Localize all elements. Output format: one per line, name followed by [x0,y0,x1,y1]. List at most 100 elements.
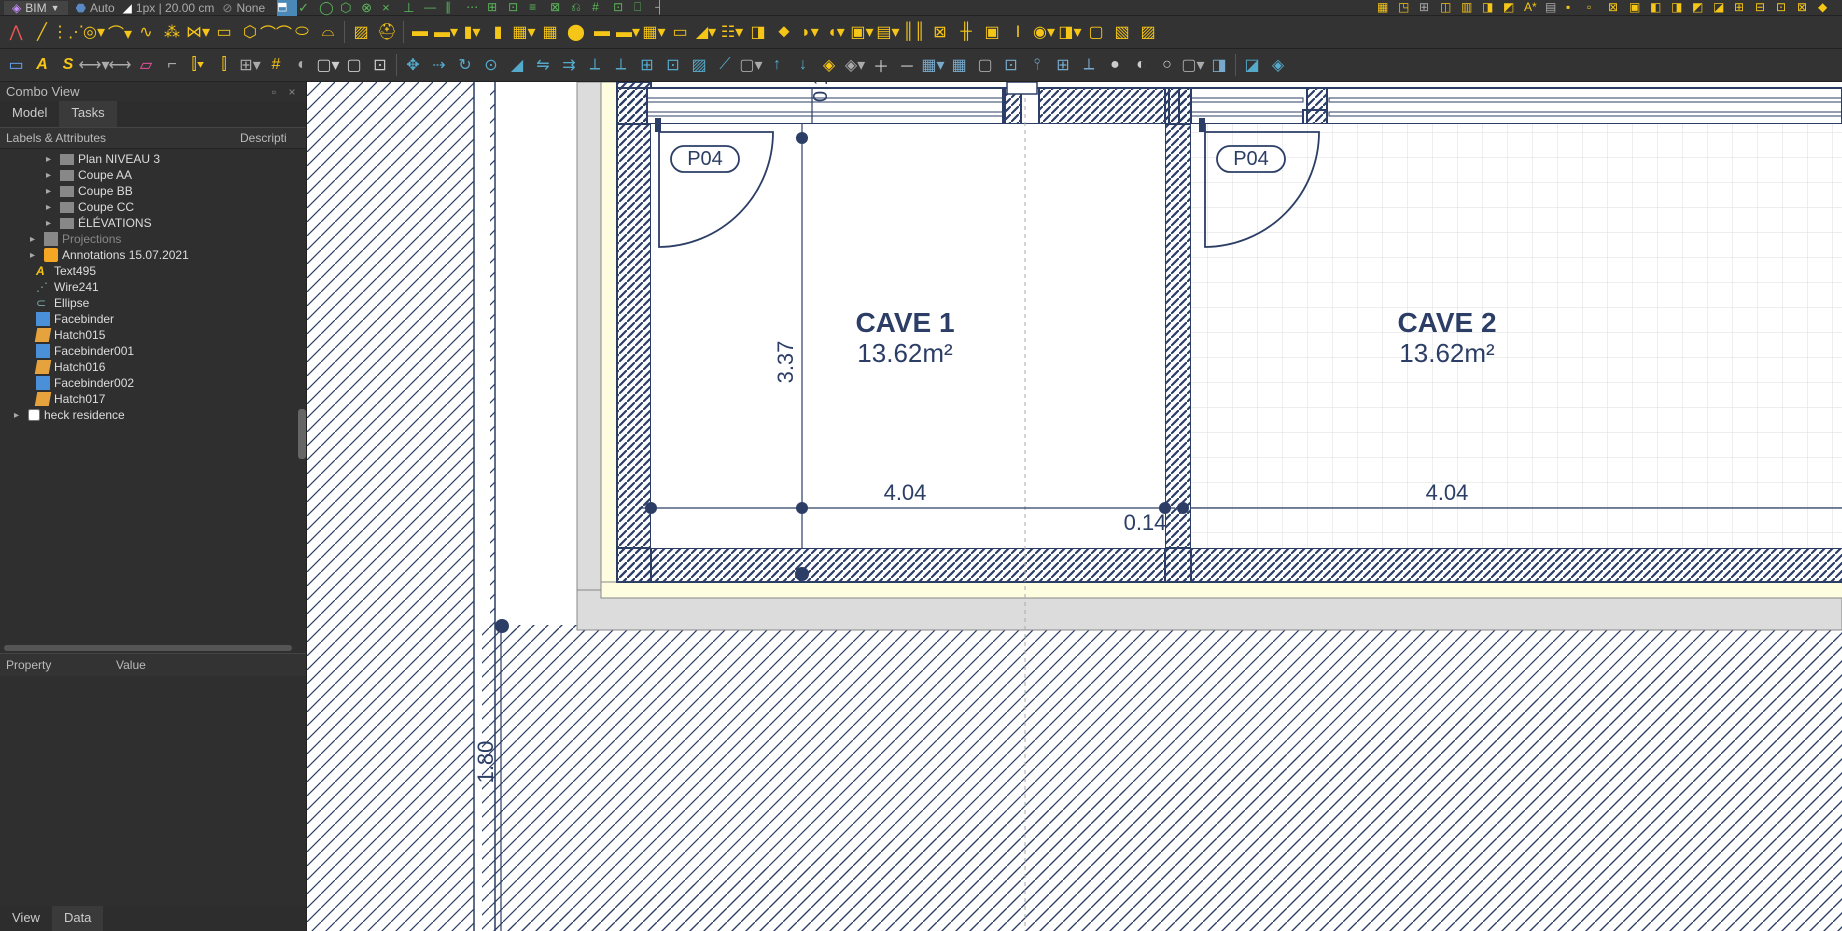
tab-tasks[interactable]: Tasks [59,101,116,127]
tree-item[interactable]: Hatch017 [0,391,306,407]
tool-truss-icon[interactable]: ⊠ [928,20,952,44]
float-icon[interactable]: ▫ [266,85,282,99]
tool-arc-icon[interactable]: ⌒▾ [108,20,132,44]
tool-page2-icon[interactable]: ▢ [342,53,366,77]
tool-rebar2-icon[interactable]: ◨▾ [1058,20,1082,44]
tool-edit2-icon[interactable]: ▢▾ [739,53,763,77]
tool-floor2-icon[interactable]: ◨ [746,20,770,44]
tool-cylinder-icon[interactable]: ⬤ [564,20,588,44]
tool-panel2-icon[interactable]: ▧ [1110,20,1134,44]
topright-icon-10[interactable]: ▪ [1566,0,1586,16]
tool-down-icon[interactable]: ↓ [791,53,815,77]
tool-cube2-icon[interactable]: ◈▾ [843,53,867,77]
tool-roof-icon[interactable]: ◢▾ [694,20,718,44]
tool-rect-icon[interactable]: ▭ [212,20,236,44]
tool-wall2-icon[interactable]: ▬▾ [434,20,458,44]
tool-image-icon[interactable]: ▭ [4,53,28,77]
tree-item[interactable]: Facebinder001 [0,343,306,359]
tool-stairs-icon[interactable]: ▤▾ [876,20,900,44]
tool-sel3-icon[interactable]: ⫯ [1025,53,1049,77]
tool-scale-icon[interactable]: ◢ [505,53,529,77]
tool-wire-icon[interactable]: ⋀ [4,20,28,44]
topright-icon-2[interactable]: ◳ [1398,0,1418,16]
snap-icon-1[interactable]: ⬒ [277,0,297,16]
tree-scrollbar[interactable] [298,409,306,459]
tool-dim2-icon[interactable]: ⟷ [108,53,132,77]
tree-item[interactable]: AText495 [0,263,306,279]
snap-icon-13[interactable]: ≡ [529,0,549,16]
snap-icon-5[interactable]: ⊗ [361,0,381,16]
tree-item[interactable]: ⋰Wire241 [0,279,306,295]
tool-offset-icon[interactable]: ⇉ [557,53,581,77]
tool-line-icon[interactable]: ╱ [30,20,54,44]
workbench-selector[interactable]: ◈BIM▼ [4,1,68,15]
topright-icon-21[interactable]: ⊠ [1797,0,1817,16]
tool-tag-icon[interactable]: ◪ [1240,53,1264,77]
tool-move2-icon[interactable]: ⇢ [427,53,451,77]
tool-helmet-icon[interactable]: ⛑ [375,20,399,44]
tool-draft2-icon[interactable]: ◨ [1207,53,1231,77]
tool-column-icon[interactable]: ▮▾ [460,20,484,44]
linewidth-setting[interactable]: ◢1px | 20.00 cm [123,1,215,15]
snap-icon-16[interactable]: # [592,0,612,16]
constraint-setting[interactable]: ⊘None [222,1,265,15]
tool-arrby-icon[interactable]: ▦▾ [921,53,945,77]
tool-label-icon[interactable]: ▱ [134,53,158,77]
tool-extend-icon[interactable]: ⟂ [609,53,633,77]
snap-icon-7[interactable]: ⊥ [403,0,423,16]
tool-frame-icon[interactable]: ╫ [954,20,978,44]
tree-item[interactable]: Hatch016 [0,359,306,375]
tool-rebar-icon[interactable]: ◉▾ [1032,20,1056,44]
tool-axis-icon[interactable]: ⫿▾ [186,53,210,77]
tool-trim-icon[interactable]: ⟂ [583,53,607,77]
tool-point-icon[interactable]: ⋈▾ [186,20,210,44]
snap-icon-10[interactable]: ⋯ [466,0,486,16]
snap-icon-8[interactable]: — [424,0,444,16]
tool-draft-icon[interactable]: ▢▾ [1181,53,1205,77]
topright-icon-19[interactable]: ⊟ [1755,0,1775,16]
tool-page-icon[interactable]: ▢▾ [316,53,340,77]
tool-up-icon[interactable]: ↑ [765,53,789,77]
snap-icon-14[interactable]: ⊠ [550,0,570,16]
tree-hscrollbar[interactable] [4,645,292,651]
tool-dim-icon[interactable]: ⟷▾ [82,53,106,77]
tool-rotate-icon[interactable]: ↻ [453,53,477,77]
tool-wall-icon[interactable]: ▬ [408,20,432,44]
topright-icon-8[interactable]: A* [1524,0,1544,16]
tree-item[interactable]: ▸Coupe BB [0,183,306,199]
topright-icon-13[interactable]: ▣ [1629,0,1649,16]
snap-icon-9[interactable]: ∥ [445,0,465,16]
tool-bezier-icon[interactable]: ⁂ [160,20,184,44]
tool-railing-icon[interactable]: ║║ [902,20,926,44]
snap-icon-11[interactable]: ⊞ [487,0,507,16]
tool-bool2-icon[interactable]: ◐ [1129,53,1153,77]
model-tree[interactable]: ▸Plan NIVEAU 3 ▸Coupe AA ▸Coupe BB ▸Coup… [0,149,306,653]
tool-sel4-icon[interactable]: ⊞ [1051,53,1075,77]
tool-bspline-icon[interactable]: ⌒⌒ [264,20,288,44]
tool-array-icon[interactable]: ⊞ [635,53,659,77]
tool-sel-icon[interactable]: ▢ [973,53,997,77]
topright-icon-4[interactable]: ◫ [1440,0,1460,16]
tool-section-icon[interactable]: ◐ [290,53,314,77]
tool-window-icon[interactable]: ▣▾ [850,20,874,44]
tool-pipe-icon[interactable]: ⬥ [772,20,796,44]
topright-icon-3[interactable]: ⊞ [1419,0,1439,16]
tool-pipe2-icon[interactable]: ◗▾ [798,20,822,44]
tab-model[interactable]: Model [0,101,59,127]
tool-beam-icon[interactable]: ▬ [590,20,614,44]
tool-bool3-icon[interactable]: ○ [1155,53,1179,77]
topright-icon-12[interactable]: ⊠ [1608,0,1628,16]
tool-axis2-icon[interactable]: ⫿ [212,53,236,77]
tree-item[interactable]: ▸Coupe CC [0,199,306,215]
tree-item[interactable]: ▸Projections [0,231,306,247]
tool-beam2-icon[interactable]: ▬▾ [616,20,640,44]
topright-icon-7[interactable]: ◩ [1503,0,1523,16]
tool-page3-icon[interactable]: ⊡ [368,53,392,77]
topright-icon-17[interactable]: ◪ [1713,0,1733,16]
topright-icon-9[interactable]: ▤ [1545,0,1565,16]
snap-icon-17[interactable]: ⊡ [613,0,633,16]
snap-icon-2[interactable]: ✓ [298,0,318,16]
tree-item[interactable]: ▸ÉLÉVATIONS [0,215,306,231]
tab-view[interactable]: View [0,906,52,931]
tool-brick2-icon[interactable]: ▦ [538,20,562,44]
